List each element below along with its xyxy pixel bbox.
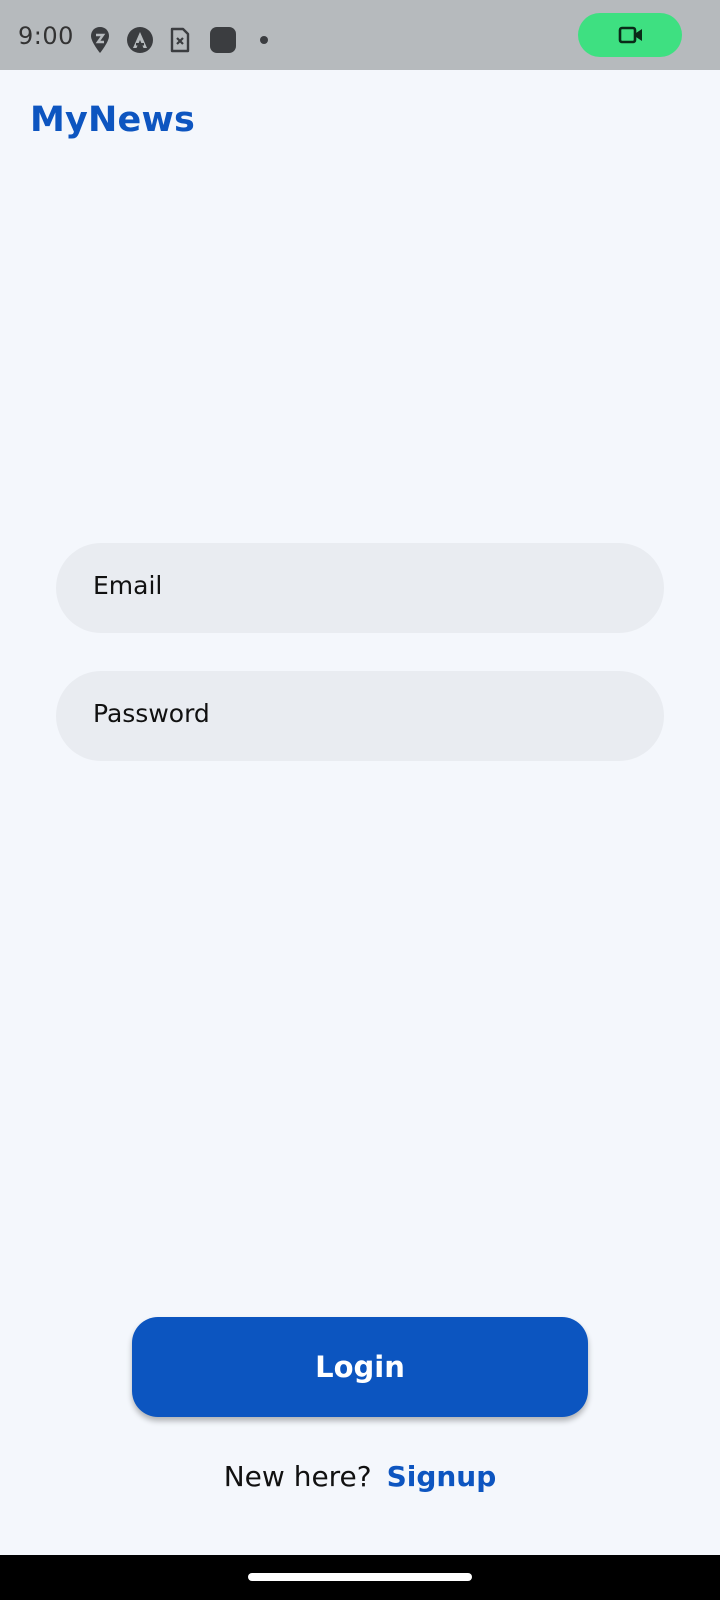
sim-card-icon — [170, 27, 190, 53]
screen-record-indicator[interactable] — [578, 13, 682, 57]
assistant-icon — [126, 26, 154, 54]
password-field[interactable] — [56, 671, 664, 761]
home-gesture-handle[interactable] — [248, 1573, 472, 1581]
video-camera-icon — [618, 26, 642, 44]
email-input[interactable] — [93, 570, 633, 600]
app-title: MyNews — [30, 100, 196, 140]
location-pin-icon — [90, 26, 110, 54]
status-time: 9:00 — [18, 22, 74, 50]
navigation-bar — [0, 1555, 720, 1600]
signup-row: New here? Signup — [0, 1460, 720, 1493]
signup-prompt: New here? — [223, 1460, 372, 1493]
status-bar: 9:00 — [0, 0, 720, 70]
password-input[interactable] — [93, 698, 633, 728]
signup-link[interactable]: Signup — [387, 1460, 497, 1493]
notification-dot-icon — [260, 36, 268, 44]
login-button[interactable]: Login — [132, 1317, 588, 1417]
email-field[interactable] — [56, 543, 664, 633]
app-square-icon — [209, 26, 237, 54]
